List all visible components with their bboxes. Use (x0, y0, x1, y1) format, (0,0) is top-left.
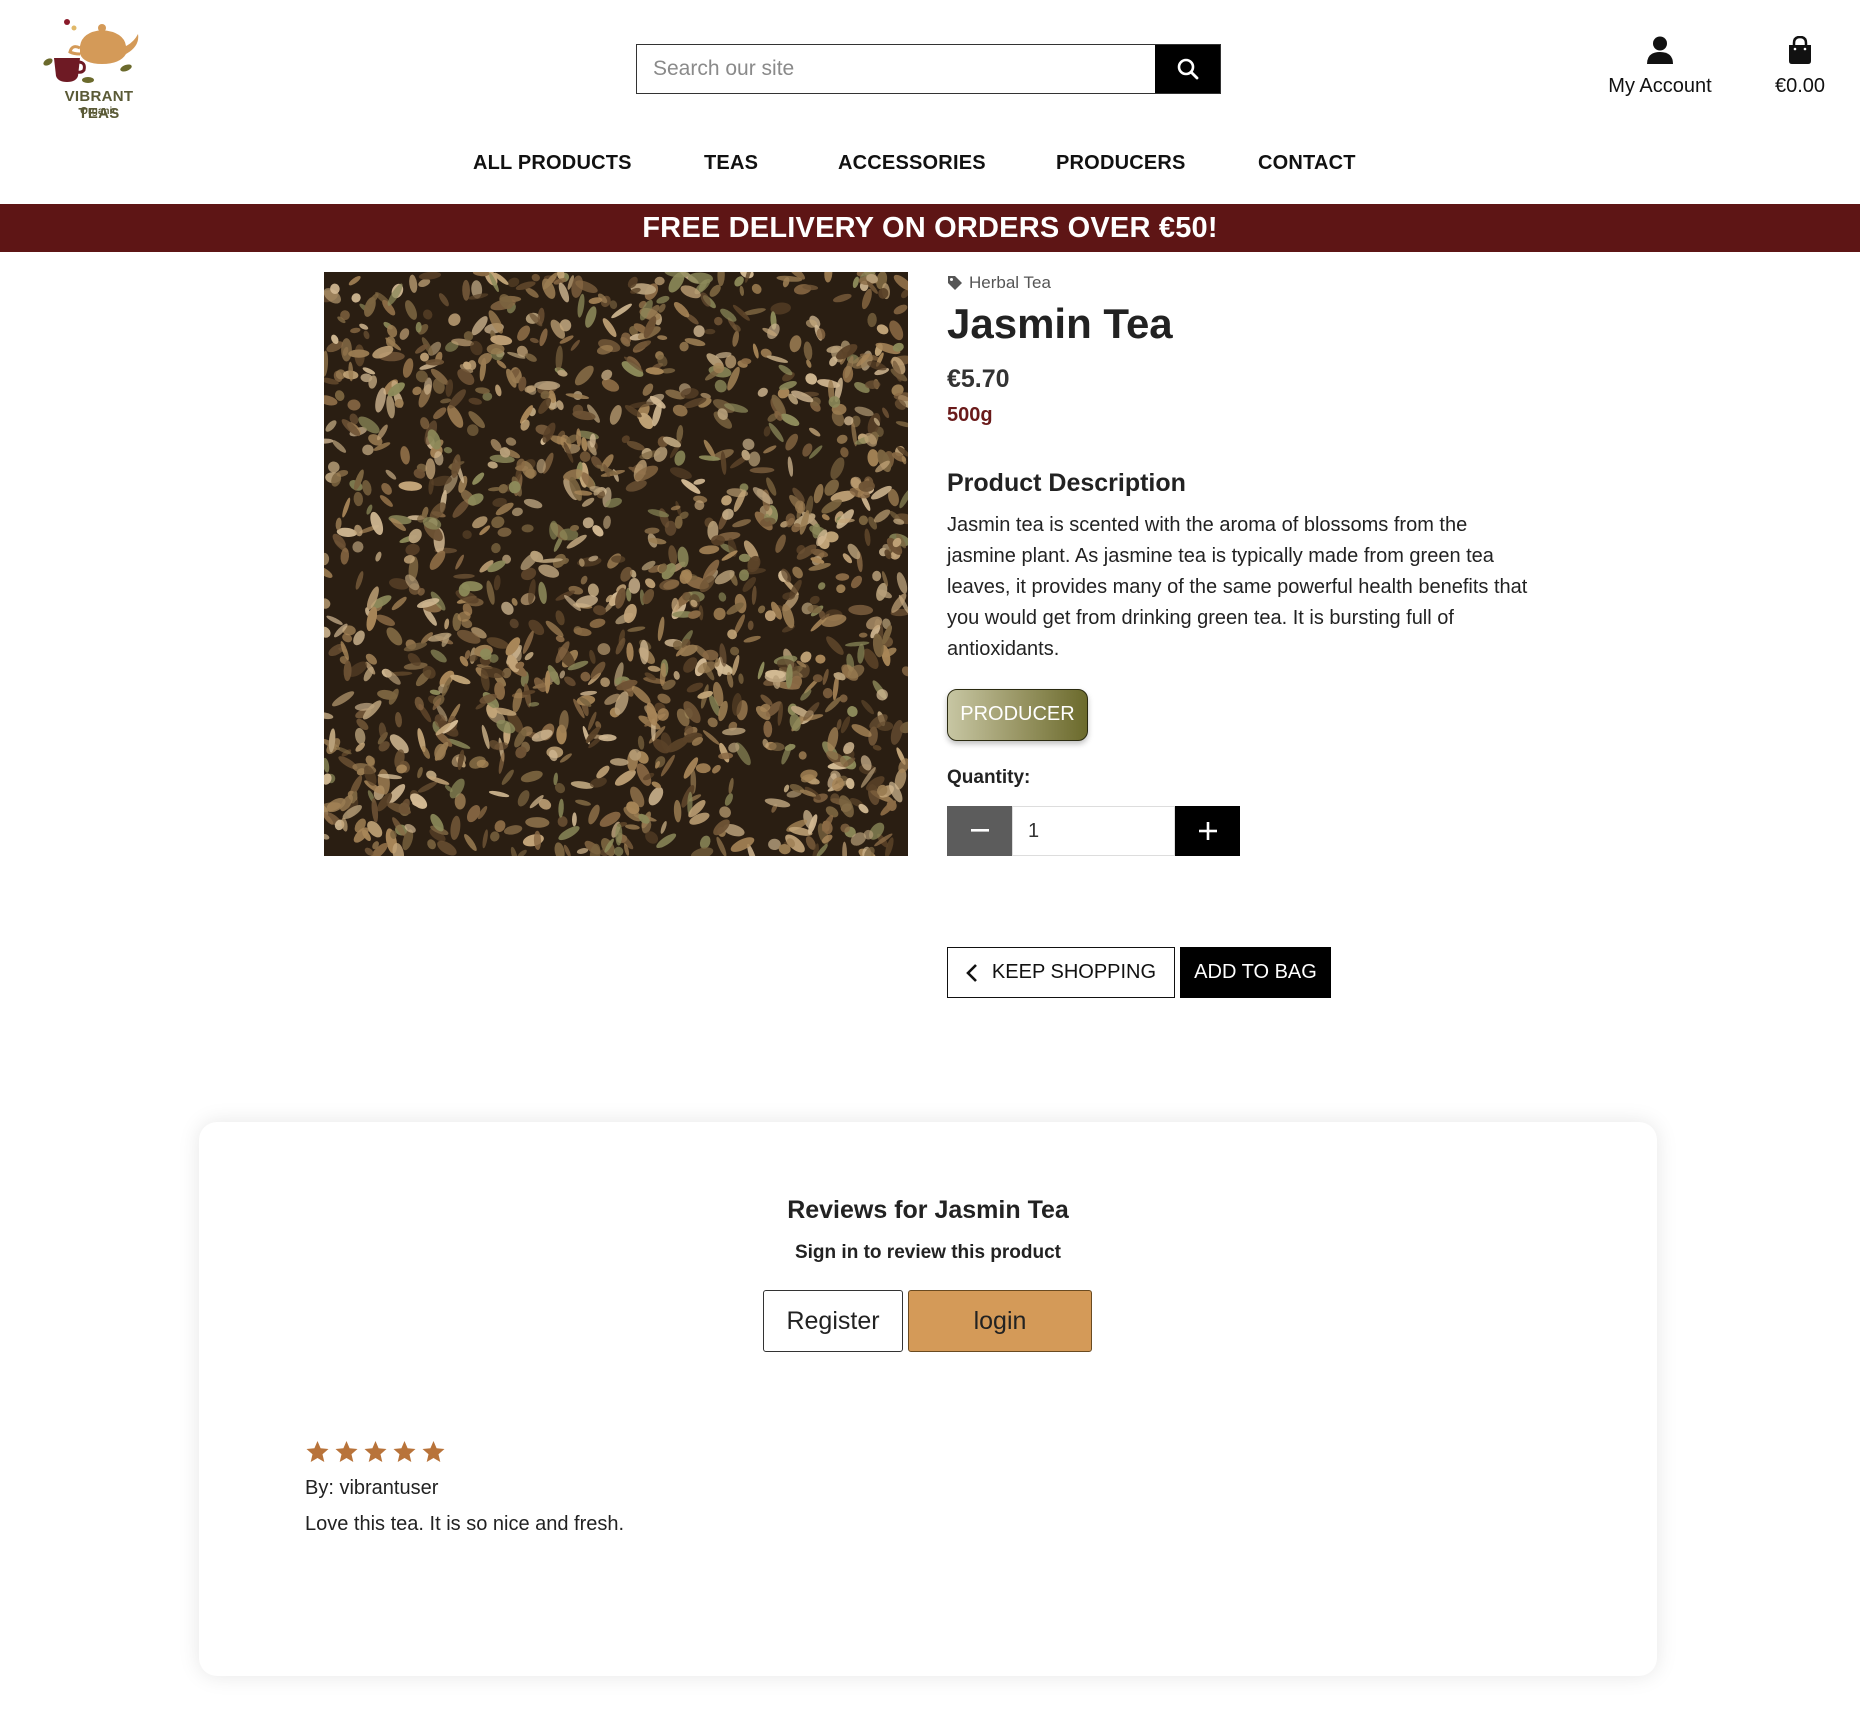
nav-item-teas[interactable]: TEAS (704, 152, 758, 175)
product-description: Jasmin tea is scented with the aroma of … (947, 514, 1528, 660)
star-icon (364, 1441, 387, 1462)
review-author: By: vibrantuser (305, 1477, 439, 1499)
delivery-banner: FREE DELIVERY ON ORDERS OVER €50! (0, 204, 1860, 252)
nav-item-accessories[interactable]: ACCESSORIES (838, 152, 986, 175)
star-icon (335, 1441, 358, 1462)
product-category-label: Herbal Tea (969, 273, 1051, 292)
bag-total: €0.00 (1774, 75, 1826, 97)
reviews-title: Reviews for Jasmin Tea (787, 1196, 1069, 1224)
search-button[interactable] (1155, 45, 1220, 93)
increment-button[interactable] (1175, 806, 1240, 856)
my-account-link[interactable]: My Account (1590, 36, 1730, 98)
reviews-signin-prompt: Sign in to review this product (794, 1242, 1062, 1263)
nav-item-all-products[interactable]: ALL PRODUCTS (473, 152, 632, 175)
main-nav: ALL PRODUCTS TEAS ACCESSORIES PRODUCERS … (0, 152, 1860, 182)
login-button[interactable]: login (908, 1290, 1092, 1352)
star-icon (306, 1441, 329, 1462)
nav-item-contact[interactable]: CONTACT (1258, 152, 1356, 175)
register-button[interactable]: Register (763, 1290, 903, 1352)
product-price: €5.70 (947, 365, 1010, 393)
search-bar (636, 44, 1221, 94)
decrement-button[interactable] (947, 806, 1012, 856)
product-actions: KEEP SHOPPING ADD TO BAG (947, 947, 1331, 998)
my-account-label: My Account (1608, 75, 1712, 97)
plus-icon (1198, 822, 1217, 840)
quantity-stepper (947, 806, 1240, 856)
add-to-bag-button[interactable]: ADD TO BAG (1180, 947, 1331, 998)
product-info: Herbal Tea Jasmin Tea €5.70 500g Product… (947, 272, 1547, 856)
product-image (324, 272, 908, 856)
reviews-section: Reviews for Jasmin Tea Sign in to review… (199, 1122, 1657, 1676)
shopping-bag-link[interactable]: €0.00 (1760, 35, 1840, 98)
quantity-label: Quantity: (947, 767, 1031, 788)
producer-button[interactable]: PRODUCER (947, 689, 1088, 741)
search-input[interactable] (637, 45, 1155, 93)
nav-item-producers[interactable]: PRODUCERS (1056, 152, 1186, 175)
product-title: Jasmin Tea (947, 300, 1173, 347)
keep-shopping-label: KEEP SHOPPING (991, 961, 1157, 983)
logo-tagline: Organic (80, 106, 118, 117)
product-category[interactable]: Herbal Tea (947, 272, 1547, 294)
description-title: Product Description (947, 469, 1186, 497)
keep-shopping-button[interactable]: KEEP SHOPPING (947, 947, 1175, 998)
star-icon (422, 1441, 445, 1462)
shopping-bag-icon (1789, 35, 1811, 64)
chevron-left-icon (966, 963, 977, 982)
search-icon (1177, 58, 1198, 80)
tea-leaves-image (324, 272, 908, 856)
star-rating (305, 1440, 1105, 1464)
quantity-input[interactable] (1012, 806, 1175, 856)
tag-icon (948, 276, 962, 290)
review-text: Love this tea. It is so nice and fresh. (305, 1513, 625, 1535)
teapot-logo-icon (43, 19, 139, 83)
review-item: By: vibrantuser Love this tea. It is so … (305, 1440, 1105, 1536)
user-icon (1647, 36, 1673, 64)
auth-buttons: Register login (763, 1290, 1092, 1352)
minus-icon (970, 829, 989, 832)
star-icon (393, 1441, 416, 1462)
product-weight: 500g (947, 404, 993, 426)
